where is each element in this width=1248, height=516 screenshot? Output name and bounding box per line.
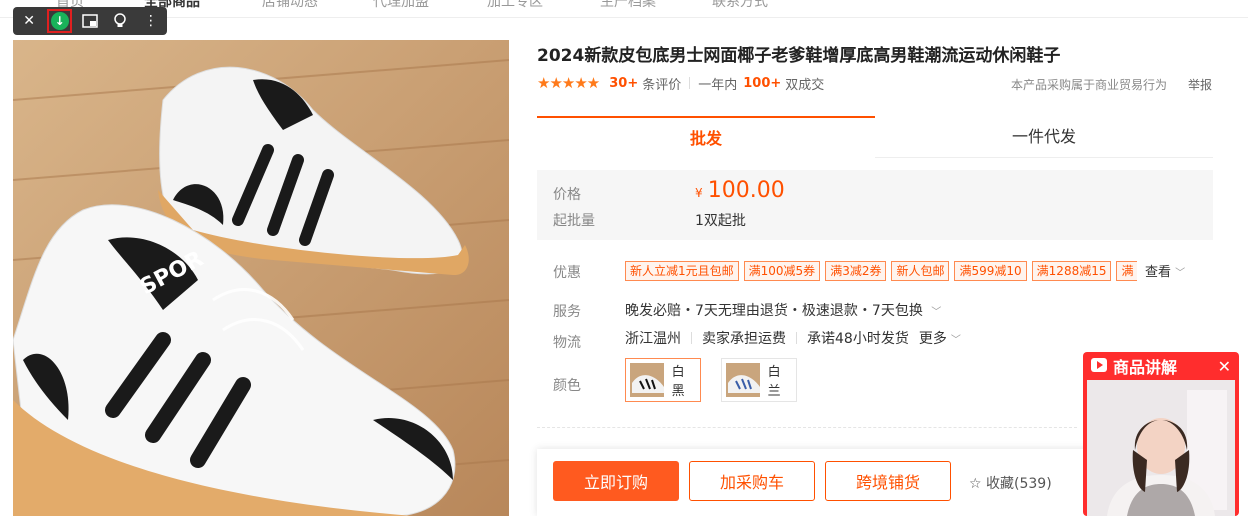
nav-shop-news[interactable]: 店铺动态	[262, 0, 318, 11]
service-items: 晚发必赔・7天无理由退货・极速退款・7天包换	[625, 303, 923, 319]
lightbulb-icon[interactable]	[108, 9, 132, 33]
coupon[interactable]: 满599减10	[954, 261, 1027, 281]
logistics-more[interactable]: 更多	[919, 328, 947, 348]
nav-agency[interactable]: 代理加盟	[373, 0, 429, 11]
section-divider	[537, 427, 1077, 428]
star-icon: ☆	[969, 476, 982, 492]
add-to-cart-button[interactable]: 加采购车	[689, 461, 815, 501]
deals-count: 100+	[743, 75, 782, 91]
review-count[interactable]: 30+	[609, 76, 638, 91]
logistics-info: 浙江温州 卖家承担运费 承诺48小时发货 更多 ﹀	[625, 328, 961, 348]
chevron-down-icon[interactable]: ﹀	[951, 331, 961, 346]
live-header: 商品讲解 ✕	[1083, 352, 1239, 380]
live-video[interactable]	[1087, 380, 1235, 516]
sneaker-photo: SPOR	[13, 40, 509, 516]
review-label[interactable]: 条评价	[642, 74, 681, 93]
rating-row: ★★★★★ 30+ 条评价 一年内 100+ 双成交	[537, 73, 824, 93]
price-box: 价格 ¥ 100.00 起批量 1双起批	[537, 170, 1213, 240]
picture-in-picture-icon[interactable]	[78, 9, 102, 33]
shop-nav: 首页 全部商品 店铺动态 代理加盟 加工专区 生产档案 联系方式	[0, 0, 1248, 18]
ship-origin: 浙江温州	[625, 331, 681, 347]
more-vertical-icon[interactable]: ⋮	[139, 9, 163, 33]
close-icon[interactable]: ✕	[17, 9, 41, 33]
view-label: 查看	[1145, 265, 1172, 280]
service-text[interactable]: 晚发必赔・7天无理由退货・极速退款・7天包换 ﹀	[625, 300, 941, 320]
tab-dropship[interactable]: 一件代发	[875, 116, 1213, 158]
color-option-white-blue[interactable]: 白兰	[721, 358, 797, 402]
buy-now-button[interactable]: 立即订购	[553, 461, 679, 501]
nav-production[interactable]: 生产档案	[600, 0, 656, 11]
moq-label: 起批量	[553, 213, 595, 229]
price-label: 价格	[553, 187, 581, 203]
coupon[interactable]: 新人立减1元且包邮	[625, 261, 739, 281]
live-title: 商品讲解	[1113, 358, 1178, 377]
divider	[691, 332, 692, 344]
cross-border-button[interactable]: 跨境铺货	[825, 461, 951, 501]
color-name: 白黑	[671, 365, 685, 399]
moq-value: 1双起批	[695, 213, 746, 229]
download-icon[interactable]: ↓	[47, 9, 72, 33]
coupon[interactable]: 新人包邮	[891, 261, 950, 281]
floating-toolbar: ✕ ↓ ⋮	[13, 7, 167, 35]
color-label: 颜色	[553, 378, 581, 394]
live-explainer-widget[interactable]: 商品讲解 ✕	[1083, 352, 1239, 516]
coupon[interactable]: 满1288减15	[1031, 261, 1112, 281]
logistics-label: 物流	[553, 335, 581, 351]
divider	[689, 77, 691, 89]
chevron-down-icon: ﹀	[1175, 268, 1186, 279]
promo-label: 优惠	[553, 265, 581, 281]
chevron-down-icon: ﹀	[931, 307, 942, 318]
color-thumbnail	[630, 363, 664, 397]
color-thumbnail	[726, 363, 760, 397]
currency-symbol: ¥	[695, 186, 703, 200]
trade-note: 本产品采购属于商业贸易行为	[1011, 78, 1168, 92]
ship-promise: 承诺48小时发货	[807, 331, 909, 347]
coupon[interactable]: 满3减2券	[825, 261, 887, 281]
deals-label: 双成交	[785, 77, 825, 93]
view-coupons-button[interactable]: 查看 ﹀	[1145, 261, 1185, 280]
color-options: 白黑 白兰	[625, 358, 797, 402]
coupon-list: 新人立减1元且包邮 满100减5券 满3减2券 新人包邮 满599减10 满12…	[625, 261, 1137, 281]
service-label: 服务	[553, 304, 581, 320]
tab-wholesale[interactable]: 批发	[537, 116, 875, 158]
favorite-button[interactable]: ☆ 收藏(539)	[969, 473, 1052, 493]
nav-contact[interactable]: 联系方式	[712, 0, 768, 11]
year-label: 一年内	[698, 77, 738, 93]
product-main-image[interactable]: SPOR	[13, 40, 509, 516]
price-amount: 100.00	[707, 178, 785, 203]
price-value: ¥ 100.00	[695, 178, 785, 203]
favorite-label: 收藏(539)	[986, 476, 1052, 492]
divider	[796, 332, 797, 344]
purchase-mode-tabs: 批发 一件代发	[537, 116, 1213, 158]
coupon[interactable]: 满100减5券	[743, 261, 821, 281]
color-name: 白兰	[767, 365, 781, 399]
freight-info: 卖家承担运费	[702, 331, 786, 347]
color-option-white-black[interactable]: 白黑	[625, 358, 701, 402]
close-icon[interactable]: ✕	[1218, 357, 1231, 376]
rating-stars: ★★★★★	[537, 74, 600, 92]
product-page: 首页 全部商品 店铺动态 代理加盟 加工专区 生产档案 联系方式 SPOR ✕ …	[0, 0, 1248, 516]
nav-processing[interactable]: 加工专区	[487, 0, 543, 11]
coupon[interactable]: 满	[1116, 261, 1137, 281]
report-link[interactable]: 举报	[1188, 76, 1212, 93]
play-icon	[1091, 357, 1107, 376]
product-title: 2024新款皮包底男士网面椰子老爹鞋增厚底高男鞋潮流运动休闲鞋子	[537, 46, 1061, 66]
